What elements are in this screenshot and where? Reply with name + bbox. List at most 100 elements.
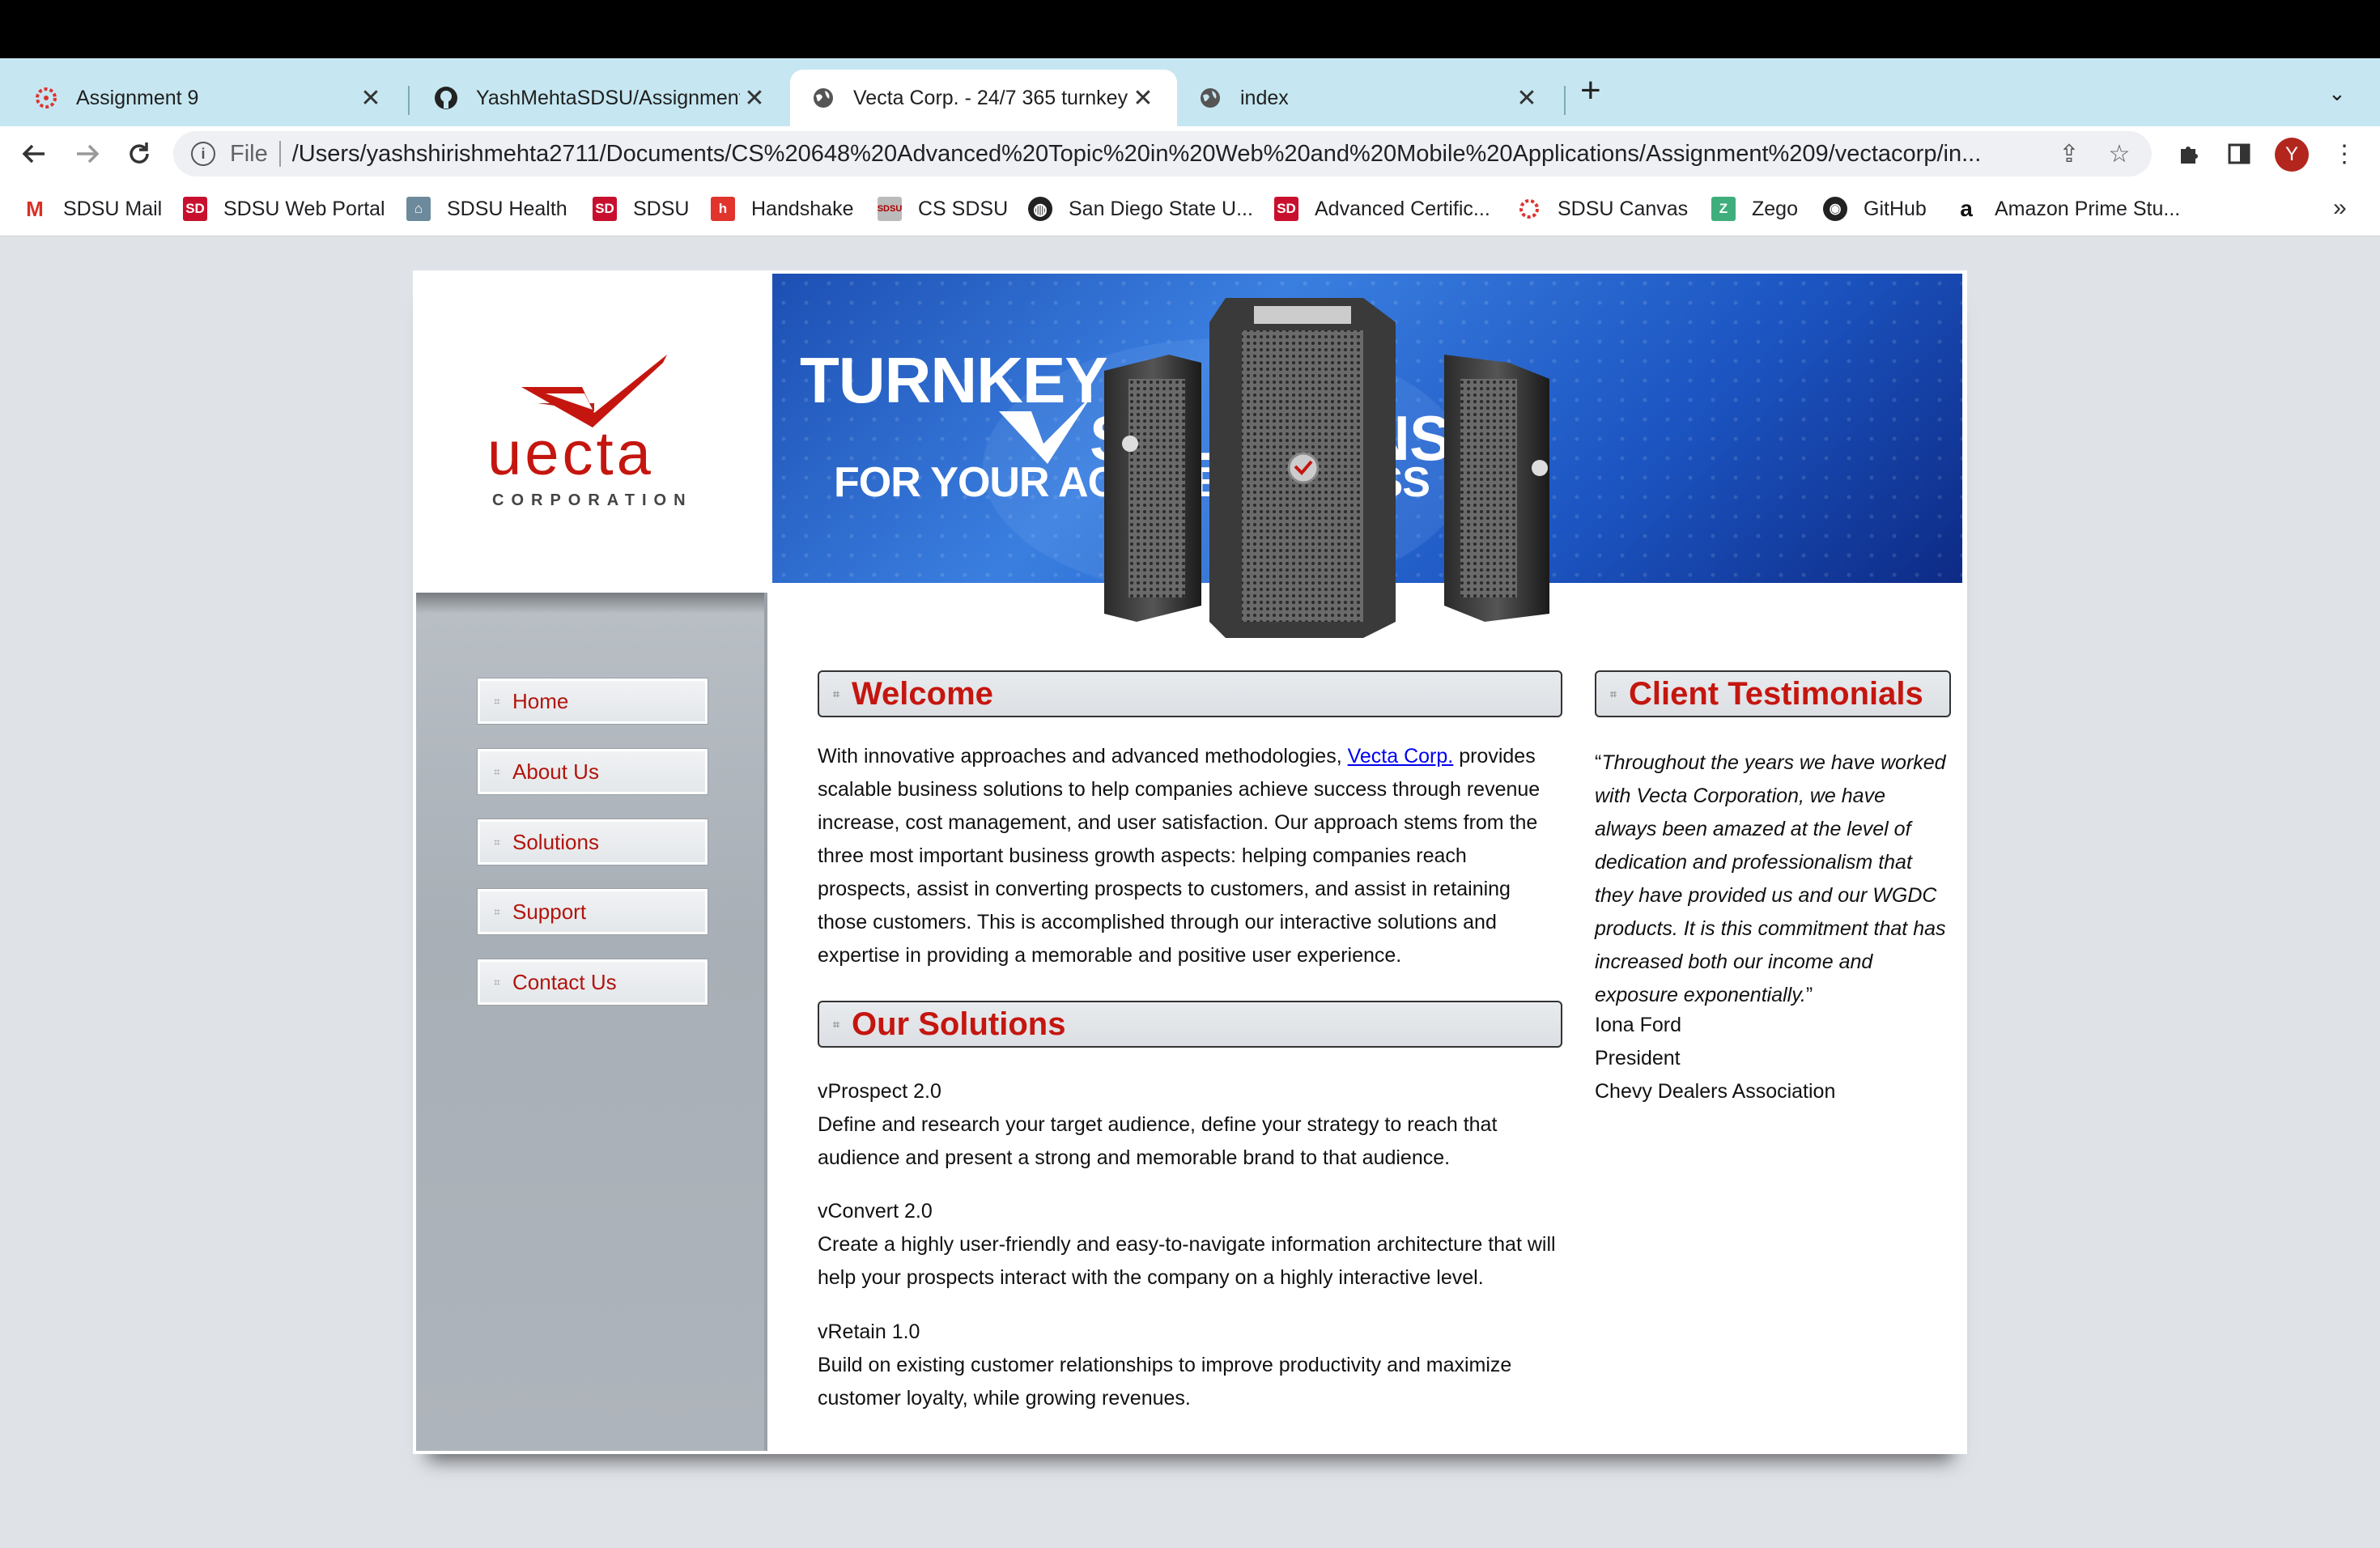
globe-icon: ◍	[1028, 197, 1052, 221]
bookmark-amazon-prime[interactable]: a Amazon Prime Stu...	[1954, 193, 2180, 225]
server-towers-image	[1104, 298, 1549, 638]
close-tab-icon[interactable]: ✕	[740, 84, 769, 113]
testimonial-quote: “Throughout the years we have worked wit…	[1595, 746, 1951, 1012]
bookmarks-bar: M SDSU Mail SD SDSU Web Portal ⌂ SDSU Healt…	[0, 181, 2380, 236]
tab-github-repo[interactable]: YashMehtaSDSU/Assignment-9 ✕	[413, 70, 788, 126]
bookmark-label: CS SDSU	[918, 197, 1009, 220]
sdsu-icon: SD	[183, 197, 207, 221]
tab-title: Vecta Corp. - 24/7 365 turnkey	[853, 86, 1128, 109]
bookmark-zego[interactable]: Z Zego	[1711, 193, 1798, 225]
bookmark-label: SDSU Health	[447, 197, 567, 220]
nav-label: Solutions	[512, 829, 599, 854]
testimonial-name: Iona Ford	[1595, 1014, 1682, 1036]
new-tab-plus-icon[interactable]: +	[1580, 73, 1601, 108]
solution-name: vProspect 2.0	[818, 1080, 941, 1103]
bookmark-label: GitHub	[1864, 197, 1927, 220]
kebab-menu-icon[interactable]: ⋮	[2328, 138, 2361, 170]
share-icon[interactable]: ⇪	[2051, 140, 2087, 168]
nav-support[interactable]: ⌗ Support	[477, 888, 708, 935]
bookmark-label: Handshake	[751, 197, 854, 220]
tab-assignment-9[interactable]: Assignment 9 ✕	[13, 70, 405, 126]
close-tab-icon[interactable]: ✕	[356, 84, 385, 113]
tab-title: YashMehtaSDSU/Assignment-9	[476, 86, 740, 109]
bookmark-label: Advanced Certific...	[1315, 197, 1490, 220]
bookmark-star-icon[interactable]: ☆	[2102, 140, 2137, 168]
bookmark-label: Zego	[1752, 197, 1798, 220]
bookmark-label: SDSU	[633, 197, 690, 220]
scheme-divider	[278, 141, 281, 167]
vecta-site-container: uecta CORPORATION TURNKEY SOLUTIONS FOR …	[413, 270, 1967, 1454]
close-tab-icon[interactable]: ✕	[1128, 84, 1158, 113]
bookmark-handshake[interactable]: h Handshake	[711, 193, 853, 225]
close-tab-icon[interactable]: ✕	[1512, 84, 1541, 113]
bookmark-san-diego-state[interactable]: ◍ San Diego State U...	[1028, 193, 1253, 225]
globe-icon	[1196, 84, 1224, 112]
forward-arrow-icon[interactable]	[68, 134, 107, 173]
reload-icon[interactable]	[120, 134, 159, 173]
nav-about-us[interactable]: ⌗ About Us	[477, 748, 708, 795]
welcome-paragraph: With innovative approaches and advanced …	[818, 740, 1562, 972]
vecta-logo[interactable]: uecta CORPORATION	[481, 355, 716, 517]
heading-text: Welcome	[852, 675, 993, 712]
more-bookmarks-chevron-icon[interactable]: »	[2333, 194, 2347, 222]
bookmark-sdsu-web-portal[interactable]: SD SDSU Web Portal	[183, 193, 385, 225]
banner-checkmark-icon	[999, 395, 1092, 464]
bookmark-label: San Diego State U...	[1069, 197, 1253, 220]
bookmark-cs-sdsu[interactable]: SDSU CS SDSU	[878, 193, 1008, 225]
solution-desc: Build on existing customer relationships…	[818, 1354, 1512, 1410]
extensions-puzzle-icon[interactable]	[2173, 138, 2205, 170]
window-titlebar	[0, 0, 2380, 58]
nav-solutions[interactable]: ⌗ Solutions	[477, 819, 708, 865]
nav-label: Home	[512, 688, 569, 713]
heading-text: Client Testimonials	[1629, 675, 1923, 712]
tab-divider	[1564, 86, 1566, 115]
profile-avatar[interactable]: Y	[2275, 138, 2309, 172]
sidebar: ⌗ Home ⌗ About Us ⌗ Solutions ⌗ Support ⌗ Con…	[416, 593, 767, 1451]
bookmark-sdsu-canvas[interactable]: SDSU Canvas	[1517, 193, 1688, 225]
github-icon	[432, 84, 460, 112]
bookmark-label: SDSU Mail	[63, 197, 163, 220]
testimonial-title: President	[1595, 1047, 1681, 1070]
nav-home[interactable]: ⌗ Home	[477, 678, 708, 725]
tab-index[interactable]: index ✕	[1177, 70, 1561, 126]
nav-label: Contact Us	[512, 969, 617, 994]
tab-title: Assignment 9	[76, 86, 199, 109]
bookmark-sdsu-health[interactable]: ⌂ SDSU Health	[406, 193, 567, 225]
tab-vecta-corp[interactable]: Vecta Corp. - 24/7 365 turnkey ✕	[790, 70, 1177, 126]
nav-bullet-icon: ⌗	[494, 694, 500, 708]
welcome-text-before: With innovative approaches and advanced …	[818, 745, 1342, 768]
bookmark-sdsu-mail[interactable]: M SDSU Mail	[23, 193, 162, 225]
browser-toolbar: i File /Users/yashshirishmehta2711/Docum…	[0, 126, 2380, 181]
nav-contact-us[interactable]: ⌗ Contact Us	[477, 959, 708, 1006]
back-arrow-icon[interactable]	[15, 134, 53, 173]
vecta-corp-link[interactable]: Vecta Corp.	[1348, 745, 1454, 768]
canvas-icon	[1517, 197, 1541, 221]
close-quote: ”	[1805, 984, 1813, 1006]
bookmark-label: SDSU Canvas	[1558, 197, 1689, 220]
nav-bullet-icon: ⌗	[494, 764, 500, 778]
solution-item: vConvert 2.0 Create a highly user-friendl…	[818, 1195, 1562, 1295]
address-bar[interactable]: i File /Users/yashshirishmehta2711/Docum…	[173, 131, 2152, 176]
bookmark-github[interactable]: ◉ GitHub	[1823, 193, 1927, 225]
nav-label: Support	[512, 899, 587, 924]
bookmark-advanced-certificate[interactable]: SD Advanced Certific...	[1274, 193, 1490, 225]
quote-text: Throughout the years we have worked with…	[1595, 751, 1946, 1006]
tab-search-chevron-icon[interactable]: ⌄	[2328, 81, 2346, 106]
bookmark-sdsu[interactable]: SD SDSU	[593, 193, 689, 225]
site-info-icon[interactable]: i	[191, 142, 215, 166]
client-testimonials-heading: ⌗ Client Testimonials	[1595, 670, 1951, 717]
canvas-icon	[32, 84, 60, 112]
sdsu-icon: SD	[1274, 197, 1298, 221]
our-solutions-heading: ⌗ Our Solutions	[818, 1001, 1562, 1048]
solution-name: vRetain 1.0	[818, 1320, 920, 1343]
solution-desc: Create a highly user-friendly and easy-t…	[818, 1233, 1556, 1289]
nav-bullet-icon: ⌗	[494, 975, 500, 989]
heading-bullet-icon: ⌗	[833, 1017, 839, 1031]
url-text[interactable]: /Users/yashshirishmehta2711/Documents/CS…	[292, 141, 2051, 168]
gmail-icon: M	[26, 196, 44, 221]
logo-subtext: CORPORATION	[492, 491, 693, 509]
handshake-icon: h	[711, 197, 735, 221]
side-panel-icon[interactable]	[2223, 138, 2255, 170]
tab-divider	[408, 86, 410, 115]
bookmark-label: SDSU Web Portal	[223, 197, 385, 220]
